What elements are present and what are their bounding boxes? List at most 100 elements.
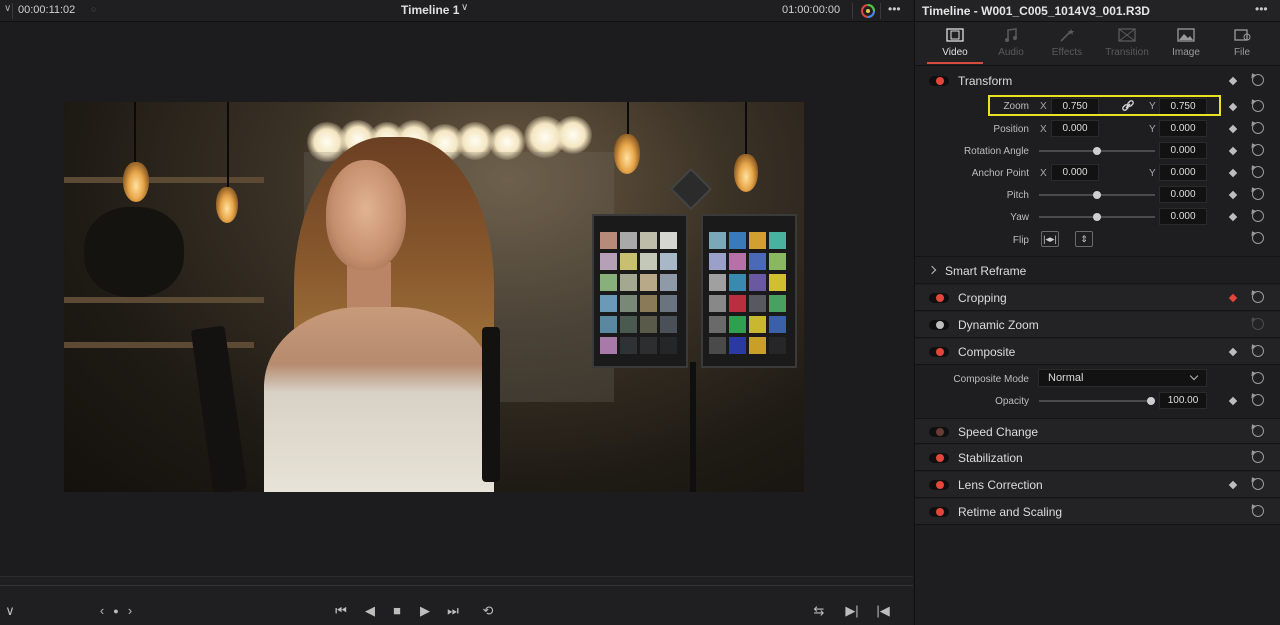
lens-correction-toggle[interactable]	[929, 480, 949, 490]
reset-icon[interactable]	[1252, 210, 1264, 222]
opacity-slider[interactable]	[1039, 400, 1155, 402]
yaw-slider-knob[interactable]	[1093, 213, 1101, 221]
play-reverse-icon[interactable]: ◀	[360, 603, 380, 621]
go-to-end-icon[interactable]: ⏭	[443, 603, 463, 621]
keyframe-diamond-icon[interactable]	[1228, 76, 1238, 86]
mark-out-icon[interactable]: |◀	[873, 603, 893, 621]
pitch-field[interactable]: 0.000	[1159, 186, 1207, 203]
cropping-section-header[interactable]: Cropping	[915, 285, 1280, 311]
position-label: Position	[993, 124, 1029, 135]
reset-icon[interactable]	[1252, 425, 1264, 437]
composite-toggle[interactable]	[929, 347, 949, 357]
play-icon[interactable]: ▶	[415, 603, 435, 621]
reset-icon[interactable]	[1252, 74, 1264, 86]
anchor-x-field[interactable]: 0.000	[1051, 164, 1099, 181]
tab-effects[interactable]: Effects	[1038, 22, 1096, 66]
cropping-toggle[interactable]	[929, 293, 949, 303]
stabilization-toggle[interactable]	[929, 453, 949, 463]
viewer-panel: ∨ 00:00:11:02 ○ Timeline 1 ∨ 01:00:00:00…	[0, 0, 913, 625]
composite-section-header[interactable]: Composite	[915, 339, 1280, 365]
go-to-start-icon[interactable]: ⏮	[331, 603, 351, 621]
transition-icon	[1118, 28, 1136, 42]
keyframe-diamond-icon[interactable]	[1228, 146, 1238, 156]
reset-icon[interactable]	[1252, 188, 1264, 200]
color-wheel-icon[interactable]	[860, 3, 876, 19]
timeline-name[interactable]: Timeline 1	[401, 3, 459, 17]
position-y-axis-label: Y	[1149, 124, 1156, 135]
opacity-field[interactable]: 100.00	[1159, 392, 1207, 409]
opacity-slider-knob[interactable]	[1147, 397, 1155, 405]
mark-in-icon[interactable]: ▶|	[842, 603, 862, 621]
reset-icon[interactable]	[1252, 232, 1264, 244]
next-arrow-icon[interactable]: ›	[120, 603, 140, 621]
retime-scaling-toggle[interactable]	[929, 507, 949, 517]
yaw-field[interactable]: 0.000	[1159, 208, 1207, 225]
flip-vertical-icon[interactable]: ⇕	[1075, 231, 1093, 247]
mirror-bulb	[554, 116, 592, 154]
shelf	[64, 297, 264, 303]
match-frame-icon[interactable]: ⇆	[809, 603, 829, 621]
tab-transition[interactable]: Transition	[1098, 22, 1156, 66]
keyframe-diamond-icon[interactable]	[1228, 396, 1238, 406]
tab-file[interactable]: File	[1213, 22, 1271, 66]
reset-icon[interactable]	[1252, 144, 1264, 156]
position-x-axis-label: X	[1040, 124, 1047, 135]
reset-icon[interactable]	[1252, 394, 1264, 406]
speed-change-toggle[interactable]	[929, 427, 949, 437]
reset-icon[interactable]	[1252, 122, 1264, 134]
flip-label: Flip	[1012, 235, 1029, 246]
tab-video[interactable]: Video	[926, 22, 984, 66]
reset-icon[interactable]	[1252, 166, 1264, 178]
reset-icon[interactable]	[1252, 291, 1264, 303]
pitch-slider-knob[interactable]	[1093, 191, 1101, 199]
position-y-field[interactable]: 0.000	[1159, 120, 1207, 137]
dynamic-zoom-section-header[interactable]: Dynamic Zoom	[915, 312, 1280, 338]
keyframe-diamond-icon[interactable]	[1228, 190, 1238, 200]
edison-bulb	[216, 187, 238, 223]
flip-horizontal-icon[interactable]: |◂▸|	[1041, 231, 1059, 247]
keyframe-diamond-icon[interactable]	[1228, 212, 1238, 222]
music-note-icon	[1005, 28, 1017, 42]
reset-icon[interactable]	[1252, 318, 1264, 330]
chevron-right-icon[interactable]	[927, 265, 937, 275]
lens-correction-section-header[interactable]: Lens Correction	[915, 472, 1280, 498]
scrubber-track[interactable]	[0, 585, 913, 586]
reset-icon[interactable]	[1252, 478, 1264, 490]
keyframe-diamond-icon[interactable]	[1228, 168, 1238, 178]
loop-icon[interactable]: ⟲	[478, 603, 498, 621]
reset-icon[interactable]	[1252, 100, 1264, 112]
stop-icon[interactable]: ■	[387, 603, 407, 621]
inspector-more-button[interactable]: •••	[1255, 2, 1268, 16]
position-x-field[interactable]: 0.000	[1051, 120, 1099, 137]
speed-change-section-header[interactable]: Speed Change	[915, 418, 1280, 444]
chevron-down-icon[interactable]: ∨	[4, 3, 11, 14]
keyframe-diamond-icon[interactable]	[1228, 102, 1238, 112]
timeline-dropdown-chevron-icon[interactable]: ∨	[461, 2, 468, 13]
rotation-label: Rotation Angle	[963, 146, 1029, 157]
keyframe-diamond-icon[interactable]	[1228, 293, 1238, 303]
video-frame[interactable]	[64, 102, 804, 492]
dynamic-zoom-toggle[interactable]	[929, 320, 949, 330]
stabilization-section-header[interactable]: Stabilization	[915, 445, 1280, 471]
tab-image[interactable]: Image	[1157, 22, 1215, 66]
rotation-field[interactable]: 0.000	[1159, 142, 1207, 159]
chair-post	[190, 325, 248, 492]
retime-scaling-section-header[interactable]: Retime and Scaling	[915, 499, 1280, 525]
rotation-slider-knob[interactable]	[1093, 147, 1101, 155]
reset-icon[interactable]	[1252, 451, 1264, 463]
chevron-down-icon[interactable]: ∨	[0, 603, 20, 621]
reset-icon[interactable]	[1252, 505, 1264, 517]
viewer-more-button[interactable]: •••	[888, 2, 901, 16]
composite-label: Composite	[958, 345, 1016, 359]
tab-audio[interactable]: Audio	[982, 22, 1040, 66]
smart-reframe-section-header[interactable]: Smart Reframe	[915, 257, 1280, 284]
composite-mode-dropdown[interactable]: Normal	[1038, 369, 1207, 387]
anchor-y-field[interactable]: 0.000	[1159, 164, 1207, 181]
keyframe-diamond-icon[interactable]	[1228, 347, 1238, 357]
reset-icon[interactable]	[1252, 372, 1264, 384]
transform-section-header[interactable]: Transform	[915, 68, 1280, 94]
reset-icon[interactable]	[1252, 345, 1264, 357]
keyframe-diamond-icon[interactable]	[1228, 124, 1238, 134]
transform-toggle[interactable]	[929, 76, 949, 86]
keyframe-diamond-icon[interactable]	[1228, 480, 1238, 490]
